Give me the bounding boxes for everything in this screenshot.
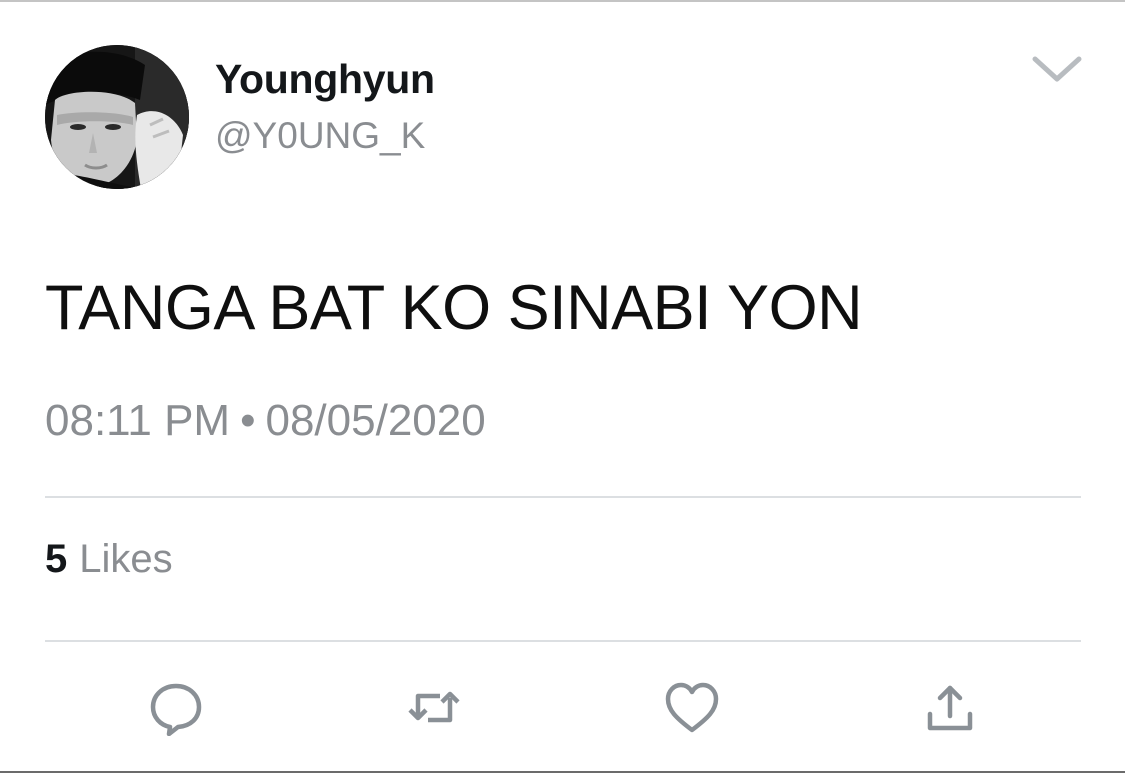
divider (45, 640, 1081, 642)
retweet-icon (408, 691, 460, 723)
like-button[interactable] (664, 680, 720, 736)
heart-icon (665, 682, 719, 733)
reply-button[interactable] (148, 680, 204, 736)
likes-label: Likes (79, 537, 173, 581)
avatar-photo (45, 45, 189, 189)
share-icon (927, 685, 973, 731)
retweet-button[interactable] (406, 680, 462, 736)
tweet-text: TANGA BAT KO SINABI YON (45, 273, 863, 343)
divider (45, 496, 1081, 498)
top-border (0, 0, 1125, 2)
chevron-down-icon[interactable] (1030, 52, 1084, 86)
tweet-time: 08:11 PM (45, 396, 231, 445)
bottom-border (0, 771, 1125, 773)
avatar[interactable] (45, 45, 189, 189)
display-name[interactable]: Younghyun (215, 56, 435, 103)
likes-count[interactable]: 5 Likes (45, 537, 173, 582)
timestamp: 08:11 PM • 08/05/2020 (45, 396, 486, 446)
likes-number: 5 (45, 537, 68, 581)
user-handle[interactable]: @Y0UNG_K (215, 115, 425, 157)
timestamp-separator: • (240, 396, 256, 445)
share-button[interactable] (922, 680, 978, 736)
tweet-date: 08/05/2020 (265, 396, 486, 445)
reply-icon (150, 683, 202, 736)
